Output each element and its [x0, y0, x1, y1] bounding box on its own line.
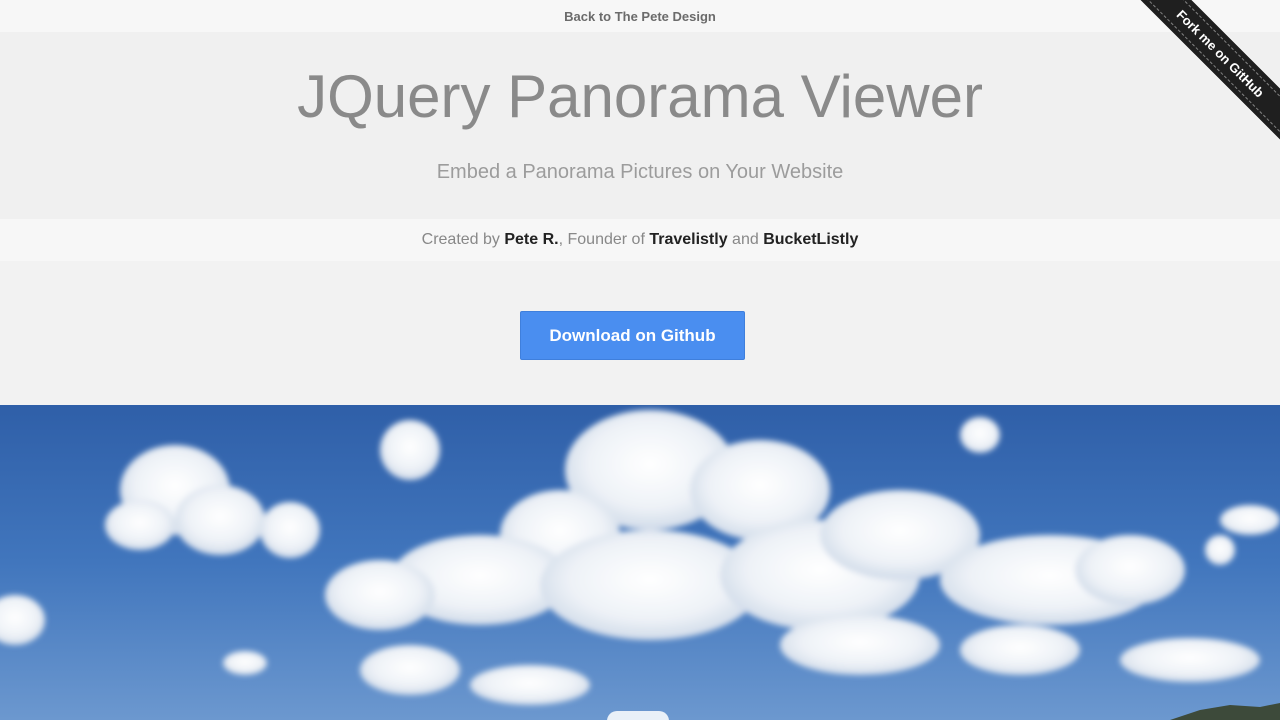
bucketlistly-link[interactable]: BucketListly [763, 231, 858, 248]
travelistly-link[interactable]: Travelistly [649, 231, 727, 248]
credits-middle: , Founder of [558, 231, 650, 248]
top-bar: Back to The Pete Design [0, 0, 1280, 32]
download-github-button[interactable]: Download on Github [520, 311, 745, 360]
cta-area: Download on Github [0, 261, 1280, 405]
author-link[interactable]: Pete R. [504, 231, 558, 248]
hero: JQuery Panorama Viewer Embed a Panorama … [0, 32, 1280, 219]
credits-and: and [727, 231, 764, 248]
page-subtitle: Embed a Panorama Pictures on Your Websit… [436, 161, 844, 183]
pano-control-icon[interactable] [607, 711, 669, 720]
credits-line: Created by Pete R., Founder of Travelist… [0, 219, 1280, 261]
panorama-image[interactable] [0, 405, 1280, 720]
credits-prefix: Created by [421, 231, 505, 248]
back-link[interactable]: Back to The Pete Design [564, 9, 716, 24]
panorama-viewer[interactable] [0, 405, 1280, 720]
page-title: JQuery Panorama Viewer [297, 63, 983, 130]
